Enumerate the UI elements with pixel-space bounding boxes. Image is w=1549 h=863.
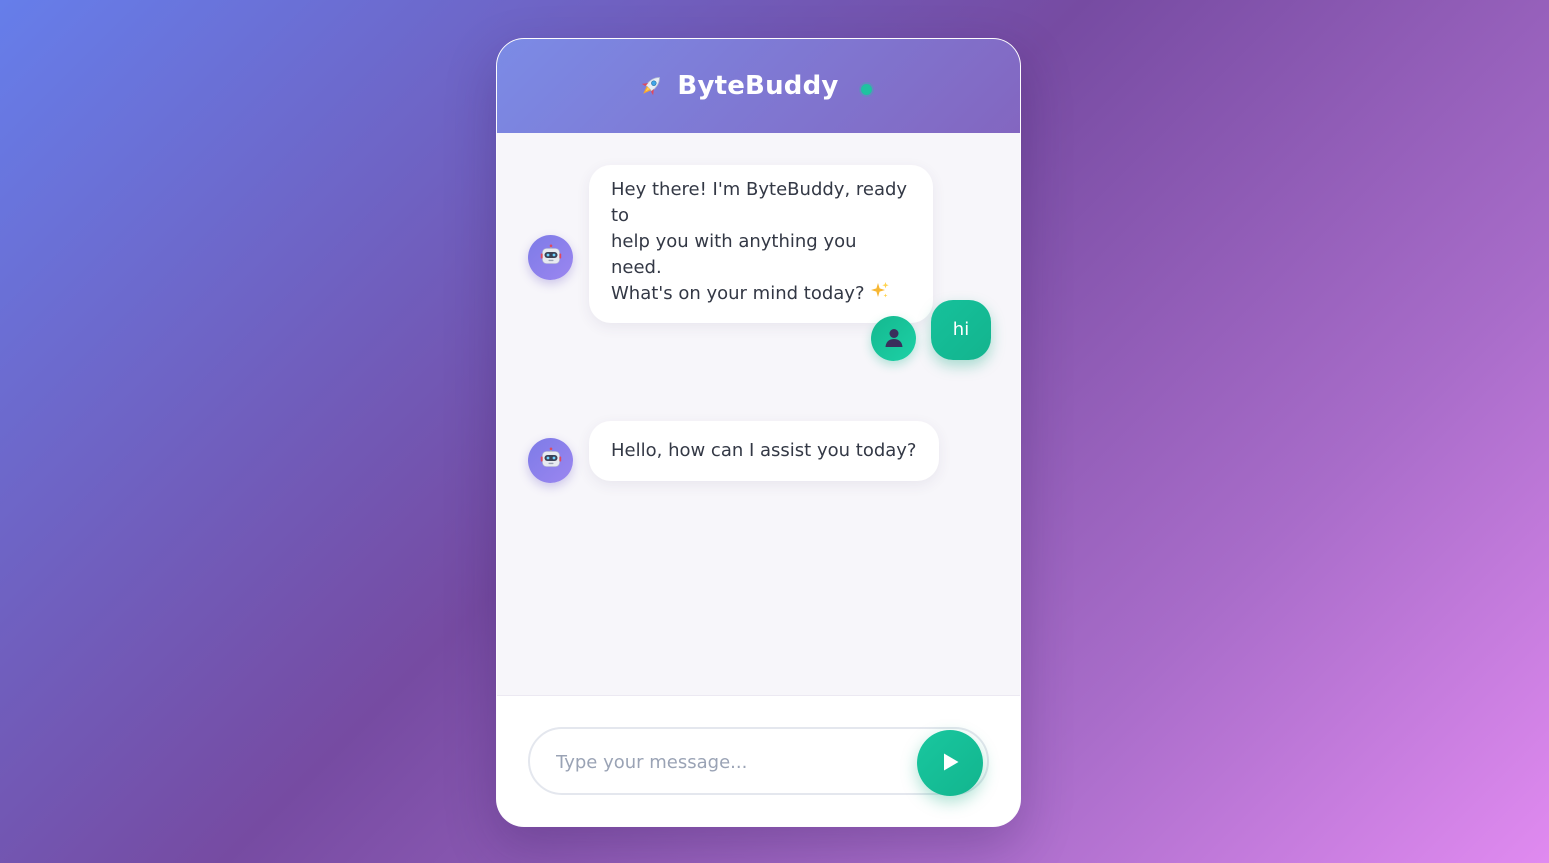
chat-window: ByteBuddy Hey there! I'm ByteBuddy, read… — [496, 38, 1021, 827]
message-composer — [497, 695, 1020, 826]
message-list: Hey there! I'm ByteBuddy, ready to help … — [497, 133, 1020, 695]
sparkles-icon — [870, 281, 890, 309]
message-line: help you with anything you need. — [611, 231, 857, 278]
header-brand: ByteBuddy — [637, 71, 872, 101]
message-bubble: Hello, how can I assist you today? — [589, 421, 939, 481]
message-line: Hey there! I'm ByteBuddy, ready to — [611, 179, 908, 226]
user-silhouette-icon — [883, 326, 905, 352]
user-avatar — [871, 316, 916, 361]
message-input[interactable] — [554, 729, 908, 795]
chat-header: ByteBuddy — [497, 39, 1020, 133]
online-status-indicator — [860, 83, 872, 95]
rocket-icon — [637, 72, 665, 100]
message-bubble: Hey there! I'm ByteBuddy, ready to help … — [589, 165, 933, 323]
bot-avatar — [528, 438, 573, 483]
bot-avatar — [528, 235, 573, 280]
message-line: What's on your mind today? — [611, 281, 911, 309]
play-icon — [939, 751, 961, 776]
app-title: ByteBuddy — [677, 71, 839, 101]
send-button[interactable] — [917, 730, 983, 796]
robot-icon — [539, 244, 563, 272]
message-bubble: hi — [931, 300, 991, 360]
robot-icon — [539, 447, 563, 475]
